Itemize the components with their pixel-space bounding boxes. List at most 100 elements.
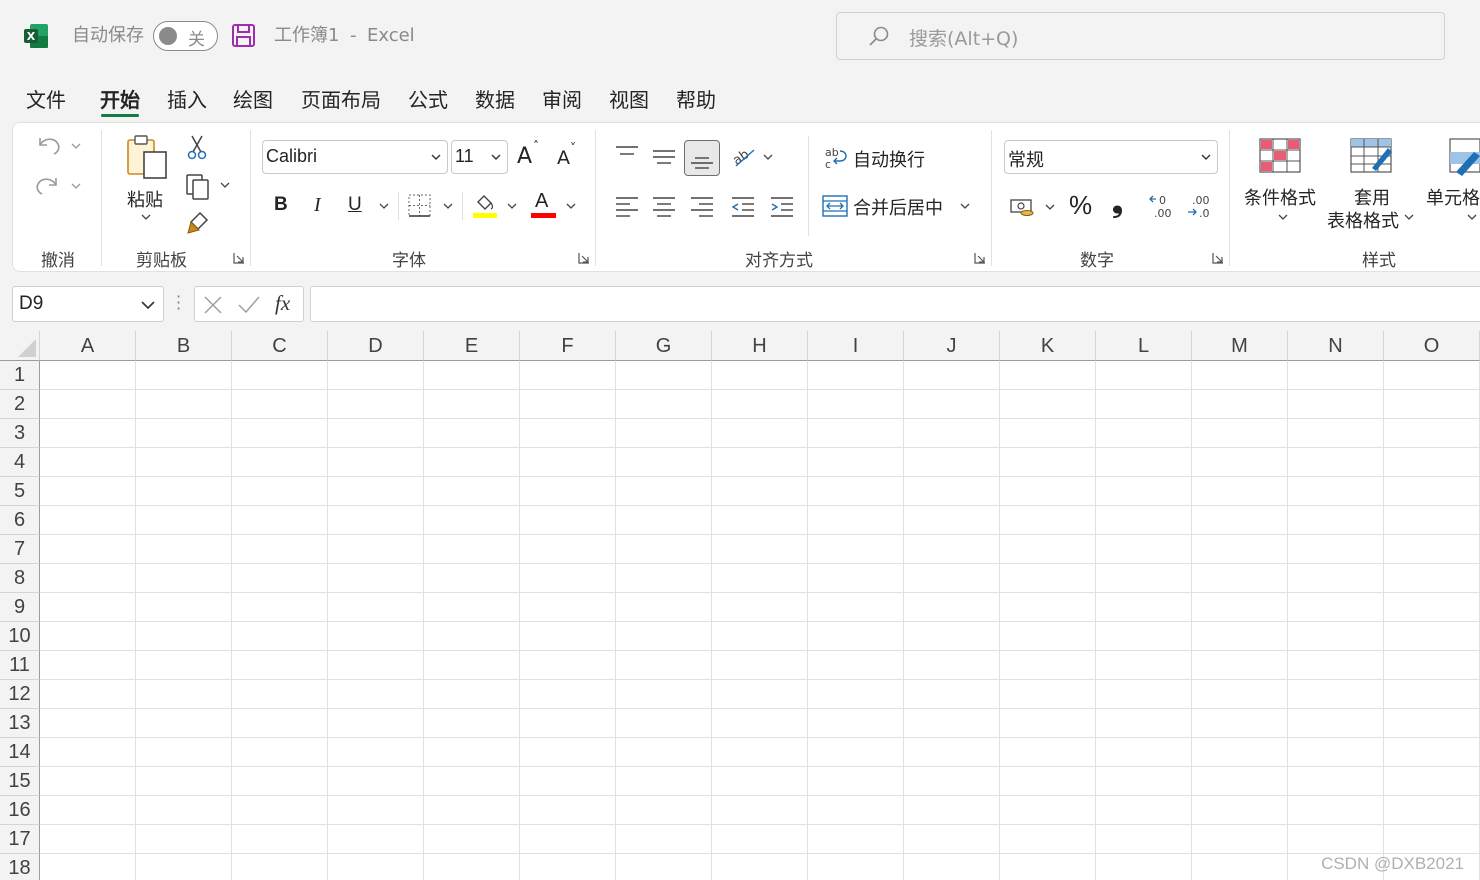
cell-area[interactable] — [40, 361, 1480, 880]
column-header[interactable]: K — [1000, 331, 1096, 361]
cell-styles-button[interactable]: 单元格 — [1426, 184, 1480, 210]
increase-indent-icon[interactable] — [770, 196, 794, 218]
font-size-dropdown[interactable]: 11 — [451, 140, 508, 174]
row-header[interactable]: 2 — [0, 390, 40, 419]
row-header[interactable]: 14 — [0, 738, 40, 767]
row-header[interactable]: 1 — [0, 361, 40, 390]
column-header[interactable]: H — [712, 331, 808, 361]
column-header[interactable]: M — [1192, 331, 1288, 361]
save-icon[interactable] — [231, 23, 256, 48]
conditional-formatting-button[interactable]: 条件格式 — [1244, 184, 1316, 210]
column-header[interactable]: O — [1384, 331, 1480, 361]
align-left-icon[interactable] — [615, 196, 639, 218]
fill-color-icon[interactable] — [471, 192, 519, 220]
decrease-decimal-icon[interactable]: .00 .0 — [1186, 192, 1214, 220]
cut-icon[interactable] — [186, 134, 208, 160]
grow-font-button[interactable]: A — [517, 144, 532, 169]
column-header[interactable]: L — [1096, 331, 1192, 361]
row-header[interactable]: 11 — [0, 651, 40, 680]
chevron-down-icon[interactable] — [1467, 213, 1477, 221]
formula-input[interactable] — [310, 286, 1480, 322]
merge-center-icon[interactable] — [822, 194, 848, 218]
enter-check-icon[interactable] — [237, 295, 261, 315]
merge-center-button[interactable]: 合并后居中 — [853, 194, 943, 220]
percent-button[interactable]: % — [1069, 190, 1092, 221]
cancel-icon[interactable] — [203, 295, 223, 315]
tab-formulas[interactable]: 公式 — [408, 84, 448, 113]
format-as-table-icon[interactable] — [1350, 138, 1396, 176]
row-header[interactable]: 4 — [0, 448, 40, 477]
chevron-down-icon[interactable] — [1404, 213, 1414, 221]
increase-decimal-icon[interactable]: 0 .00 — [1148, 192, 1176, 220]
column-header[interactable]: C — [232, 331, 328, 361]
chevron-down-icon[interactable] — [1278, 213, 1288, 221]
dialog-launcher-icon[interactable] — [578, 252, 590, 264]
column-header[interactable]: J — [904, 331, 1000, 361]
format-painter-icon[interactable] — [186, 210, 210, 236]
font-color-button[interactable]: A — [535, 190, 548, 213]
cell-styles-icon[interactable] — [1448, 138, 1480, 178]
more-options-icon[interactable]: · · · — [176, 289, 181, 317]
comma-style-button[interactable]: ❟ — [1112, 186, 1123, 220]
paste-label[interactable]: 粘贴 — [127, 186, 163, 212]
format-as-table-line2[interactable]: 表格格式 — [1327, 207, 1399, 233]
dialog-launcher-icon[interactable] — [233, 252, 245, 264]
row-header[interactable]: 12 — [0, 680, 40, 709]
dialog-launcher-icon[interactable] — [974, 252, 986, 264]
row-header[interactable]: 18 — [0, 854, 40, 880]
dialog-launcher-icon[interactable] — [1212, 252, 1224, 264]
insert-function-button[interactable]: fx — [275, 291, 290, 316]
italic-button[interactable]: I — [314, 194, 321, 217]
orientation-icon[interactable]: ab — [730, 144, 776, 170]
wrap-text-button[interactable]: 自动换行 — [853, 146, 925, 172]
select-all-corner[interactable] — [0, 331, 40, 361]
column-header[interactable]: F — [520, 331, 616, 361]
bold-button[interactable]: B — [274, 194, 288, 216]
tab-insert[interactable]: 插入 — [167, 84, 207, 113]
borders-icon[interactable] — [408, 194, 456, 218]
underline-button[interactable]: U — [348, 194, 362, 216]
tab-help[interactable]: 帮助 — [676, 84, 716, 113]
align-top-icon[interactable] — [615, 145, 639, 163]
shrink-font-button[interactable]: A — [557, 147, 570, 169]
chevron-down-icon[interactable] — [960, 202, 970, 210]
tab-data[interactable]: 数据 — [475, 84, 515, 113]
decrease-indent-icon[interactable] — [731, 196, 755, 218]
column-header[interactable]: D — [328, 331, 424, 361]
row-header[interactable]: 9 — [0, 593, 40, 622]
row-header[interactable]: 3 — [0, 419, 40, 448]
row-header[interactable]: 16 — [0, 796, 40, 825]
align-right-icon[interactable] — [690, 196, 714, 218]
tab-file[interactable]: 文件 — [26, 84, 66, 113]
tab-draw[interactable]: 绘图 — [233, 84, 273, 113]
undo-icon[interactable] — [34, 132, 84, 158]
autosave-toggle[interactable]: 关 — [153, 21, 218, 51]
tab-review[interactable]: 审阅 — [542, 84, 582, 113]
number-format-dropdown[interactable]: 常规 — [1004, 140, 1218, 174]
tab-page-layout[interactable]: 页面布局 — [301, 84, 381, 113]
conditional-formatting-icon[interactable] — [1259, 138, 1303, 174]
redo-icon[interactable] — [34, 172, 84, 198]
column-header[interactable]: N — [1288, 331, 1384, 361]
search-box[interactable]: 搜索(Alt+Q) — [836, 12, 1445, 60]
font-name-dropdown[interactable]: Calibri — [262, 140, 448, 174]
row-header[interactable]: 17 — [0, 825, 40, 854]
column-header[interactable]: A — [40, 331, 136, 361]
row-header[interactable]: 8 — [0, 564, 40, 593]
tab-home[interactable]: 开始 — [100, 84, 140, 113]
accounting-format-icon[interactable] — [1009, 194, 1059, 220]
column-header[interactable]: E — [424, 331, 520, 361]
row-header[interactable]: 15 — [0, 767, 40, 796]
chevron-down-icon[interactable] — [141, 213, 151, 221]
row-header[interactable]: 13 — [0, 709, 40, 738]
row-header[interactable]: 6 — [0, 506, 40, 535]
align-center-icon[interactable] — [652, 196, 676, 218]
column-header[interactable]: G — [616, 331, 712, 361]
column-header[interactable]: B — [136, 331, 232, 361]
chevron-down-icon[interactable] — [566, 202, 576, 210]
align-middle-icon[interactable] — [652, 148, 676, 166]
paste-icon[interactable] — [124, 134, 170, 180]
name-box[interactable]: D9 — [12, 286, 164, 322]
tab-view[interactable]: 视图 — [609, 84, 649, 113]
row-header[interactable]: 7 — [0, 535, 40, 564]
